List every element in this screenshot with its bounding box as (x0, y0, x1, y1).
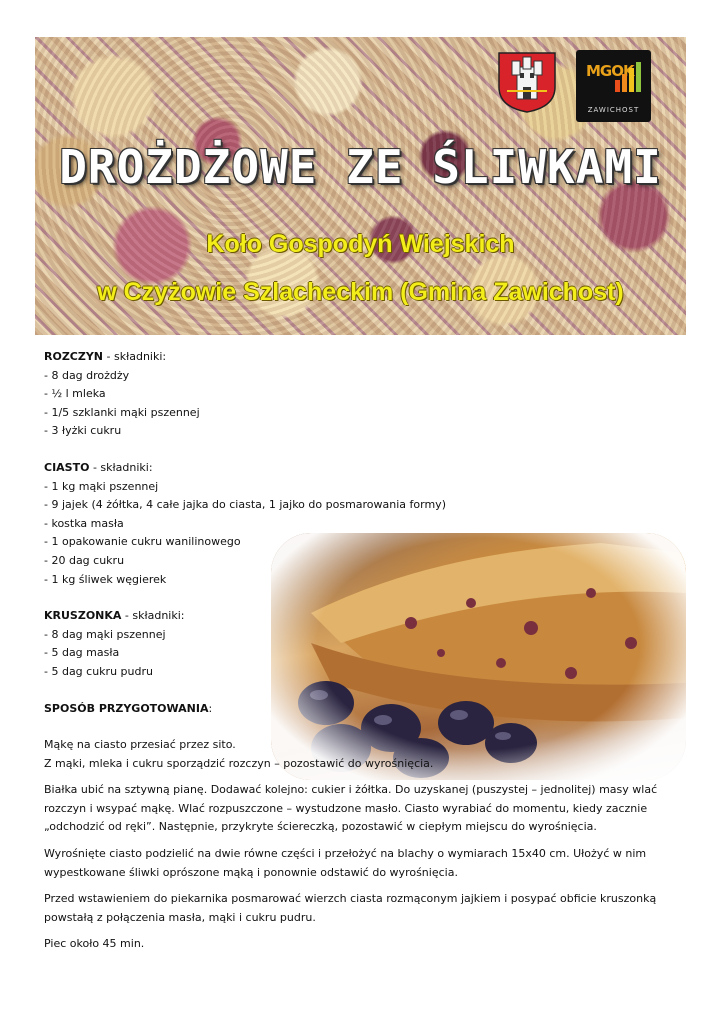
coat-of-arms-icon (498, 52, 556, 113)
list-item: - 1 kg mąki pszennej (44, 479, 159, 493)
method-paragraph-2-line-2: rozczyn i wsypać mąkę. Wlać rozpuszczone… (44, 801, 648, 815)
ciasto-suffix: - składniki: (89, 460, 153, 474)
list-item: - ½ l mleka (44, 387, 106, 401)
list-item: - 9 jajek (4 żółtka, 4 całe jajka do cia… (44, 498, 446, 512)
subtitle-line-1: Koło Gospodyń Wiejskich (206, 230, 515, 258)
method-suffix: : (208, 701, 213, 715)
method-paragraph-5: Piec około 45 min. (44, 937, 145, 951)
recipe-content: ROZCZYN - składniki: - 8 dag drożdży - ½… (44, 348, 664, 954)
list-item: - 20 dag cukru (44, 553, 125, 567)
method-paragraph-3-line-1: Wyrośnięte ciasto podzielić na dwie równ… (44, 847, 647, 861)
rozczyn-suffix: - składniki: (103, 350, 167, 363)
list-item: - 1 kg śliwek węgierek (44, 572, 167, 586)
logo-bars-icon (615, 62, 641, 92)
kruszonka-heading: KRUSZONKA (44, 609, 122, 623)
ciasto-heading-line: CIASTO - składniki: (44, 459, 664, 478)
list-item: - 5 dag cukru pudru (44, 664, 153, 678)
rozczyn-heading: ROZCZYN (44, 350, 104, 363)
rozczyn-heading-line: ROZCZYN - składniki: (44, 348, 664, 367)
method-paragraph-2-line-1: Białka ubić na sztywną pianę. Dodawać ko… (44, 783, 658, 797)
page-title: DROŻDŻOWE ZE ŚLIWKAMI (59, 140, 662, 194)
mgok-logo-caption: ZAWICHOST (587, 106, 640, 114)
list-item: - 1/5 szklanki mąki pszennej (44, 405, 200, 419)
list-item: - 5 dag masła (44, 646, 120, 660)
header-banner: MGOK ZAWICHOST DROŻDŻOWE ZE ŚLIWKAMI Koł… (35, 37, 686, 335)
kruszonka-suffix: - składniki: (121, 609, 185, 623)
method-paragraph-2-line-3: „odchodzić od ręki”. Następnie, przykryt… (44, 820, 597, 834)
method-paragraph-1-line-1: Mąkę na ciasto przesiać przez sito. (44, 738, 236, 752)
method-paragraph-4-line-2: powstałą z połączenia masła, mąki i cukr… (44, 910, 316, 924)
list-item: - 3 łyżki cukru (44, 424, 122, 438)
list-item: - 8 dag mąki pszennej (44, 627, 166, 641)
mgok-logo: MGOK ZAWICHOST (576, 50, 651, 122)
method-paragraph-1-line-2: Z mąki, mleka i cukru sporządzić rozczyn… (44, 756, 434, 770)
method-heading-line: SPOSÓB PRZYGOTOWANIA: (44, 700, 664, 719)
ciasto-heading: CIASTO (44, 460, 90, 474)
list-item: - kostka masła (44, 516, 124, 530)
method-heading: SPOSÓB PRZYGOTOWANIA (44, 701, 209, 715)
list-item: - 1 opakowanie cukru wanilinowego (44, 535, 241, 549)
method-paragraph-4-line-1: Przed wstawieniem do piekarnika posmarow… (44, 892, 657, 906)
subtitle-line-2: w Czyżowie Szlacheckim (Gmina Zawichost) (97, 278, 624, 306)
list-item: - 8 dag drożdży (44, 368, 130, 382)
method-paragraph-3-line-2: wypestkowane śliwki oprószone mąką i pon… (44, 865, 458, 879)
kruszonka-heading-line: KRUSZONKA - składniki: (44, 607, 664, 626)
